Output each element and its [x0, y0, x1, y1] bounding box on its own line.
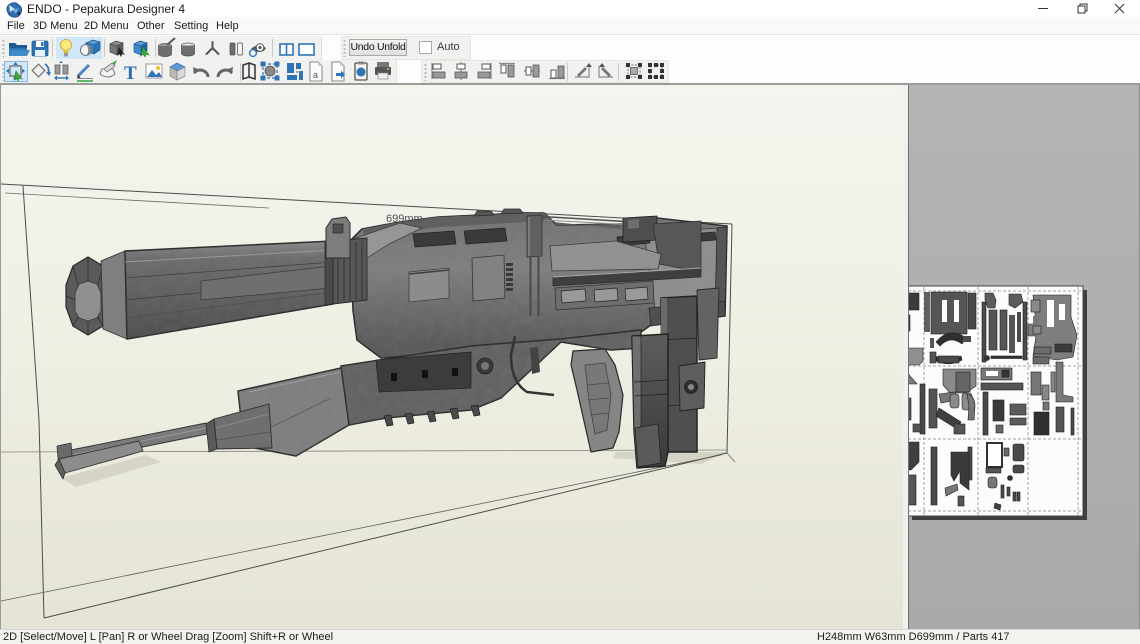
svg-text:a: a: [313, 70, 318, 80]
svg-text:699mm: 699mm: [386, 213, 423, 225]
svg-text:T: T: [124, 63, 137, 84]
